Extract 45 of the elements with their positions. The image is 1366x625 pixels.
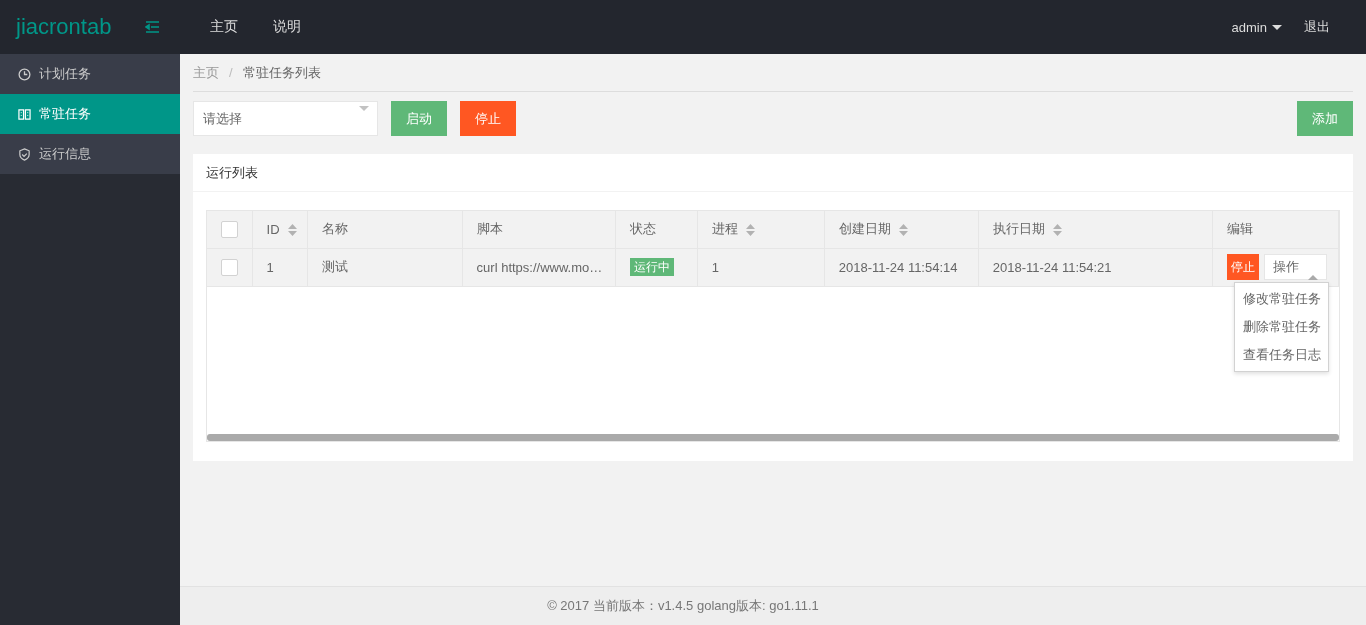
nav-link[interactable]: 说明 (273, 18, 301, 36)
select-field[interactable]: 请选择 (193, 101, 378, 136)
menu-icon[interactable] (145, 21, 160, 33)
menu-item[interactable]: 查看任务日志 (1235, 341, 1328, 369)
scrollbar[interactable] (207, 434, 1339, 441)
breadcrumb-separator: / (229, 65, 233, 80)
column-header[interactable]: 创建日期 (824, 211, 979, 248)
sidebar-item[interactable]: 运行信息 (0, 134, 180, 174)
user-menu[interactable]: admin (1231, 19, 1282, 35)
sidebar-item[interactable]: 计划任务 (0, 54, 180, 94)
status-tag: 运行中 (629, 257, 674, 276)
panel-title: 运行列表 (206, 163, 258, 182)
actions-dropdown[interactable]: 操作 (1263, 254, 1327, 280)
column-header[interactable]: ID (252, 211, 308, 248)
breadcrumb-link[interactable]: 常驻任务列表 (242, 63, 321, 82)
table-cell: 测试 (307, 248, 463, 286)
table-cell: 1 (252, 248, 308, 286)
checkbox[interactable] (221, 220, 238, 238)
checkbox[interactable] (221, 258, 238, 276)
footer-text: © 2017 当前版本：v1.4.5 golang版本: go1.11.1 (547, 597, 819, 615)
clock-icon (18, 67, 31, 81)
app-logo: jiacrontab (14, 14, 113, 40)
sort-icon[interactable] (898, 223, 908, 236)
column-header: 名称 (307, 211, 463, 248)
sort-icon[interactable] (287, 224, 297, 237)
book-icon (18, 107, 31, 121)
menu-item[interactable]: 删除常驻任务 (1235, 313, 1328, 341)
column-header[interactable]: 进程 (697, 211, 825, 248)
nav-link[interactable]: 主页 (210, 18, 238, 36)
column-header: 脚本 (462, 211, 616, 248)
stop-button[interactable]: 停止 (1226, 254, 1259, 280)
sidebar-item[interactable]: 常驻任务 (0, 94, 180, 134)
column-header: 编辑 (1212, 211, 1339, 248)
menu-item[interactable]: 修改常驻任务 (1235, 285, 1328, 313)
table-cell: 1 (697, 248, 825, 286)
table-cell: curl https://www.mo… (462, 248, 616, 286)
shield-icon (18, 147, 31, 161)
stop-button[interactable]: 停止 (460, 101, 516, 136)
logout-link[interactable]: 退出 (1304, 18, 1330, 36)
table-cell: 2018-11-24 11:54:14 (824, 248, 979, 286)
sort-icon[interactable] (745, 223, 755, 236)
table-cell: 2018-11-24 11:54:21 (978, 248, 1213, 286)
column-header: 状态 (615, 211, 698, 248)
sort-icon[interactable] (1052, 223, 1062, 236)
column-header[interactable]: 执行日期 (978, 211, 1213, 248)
